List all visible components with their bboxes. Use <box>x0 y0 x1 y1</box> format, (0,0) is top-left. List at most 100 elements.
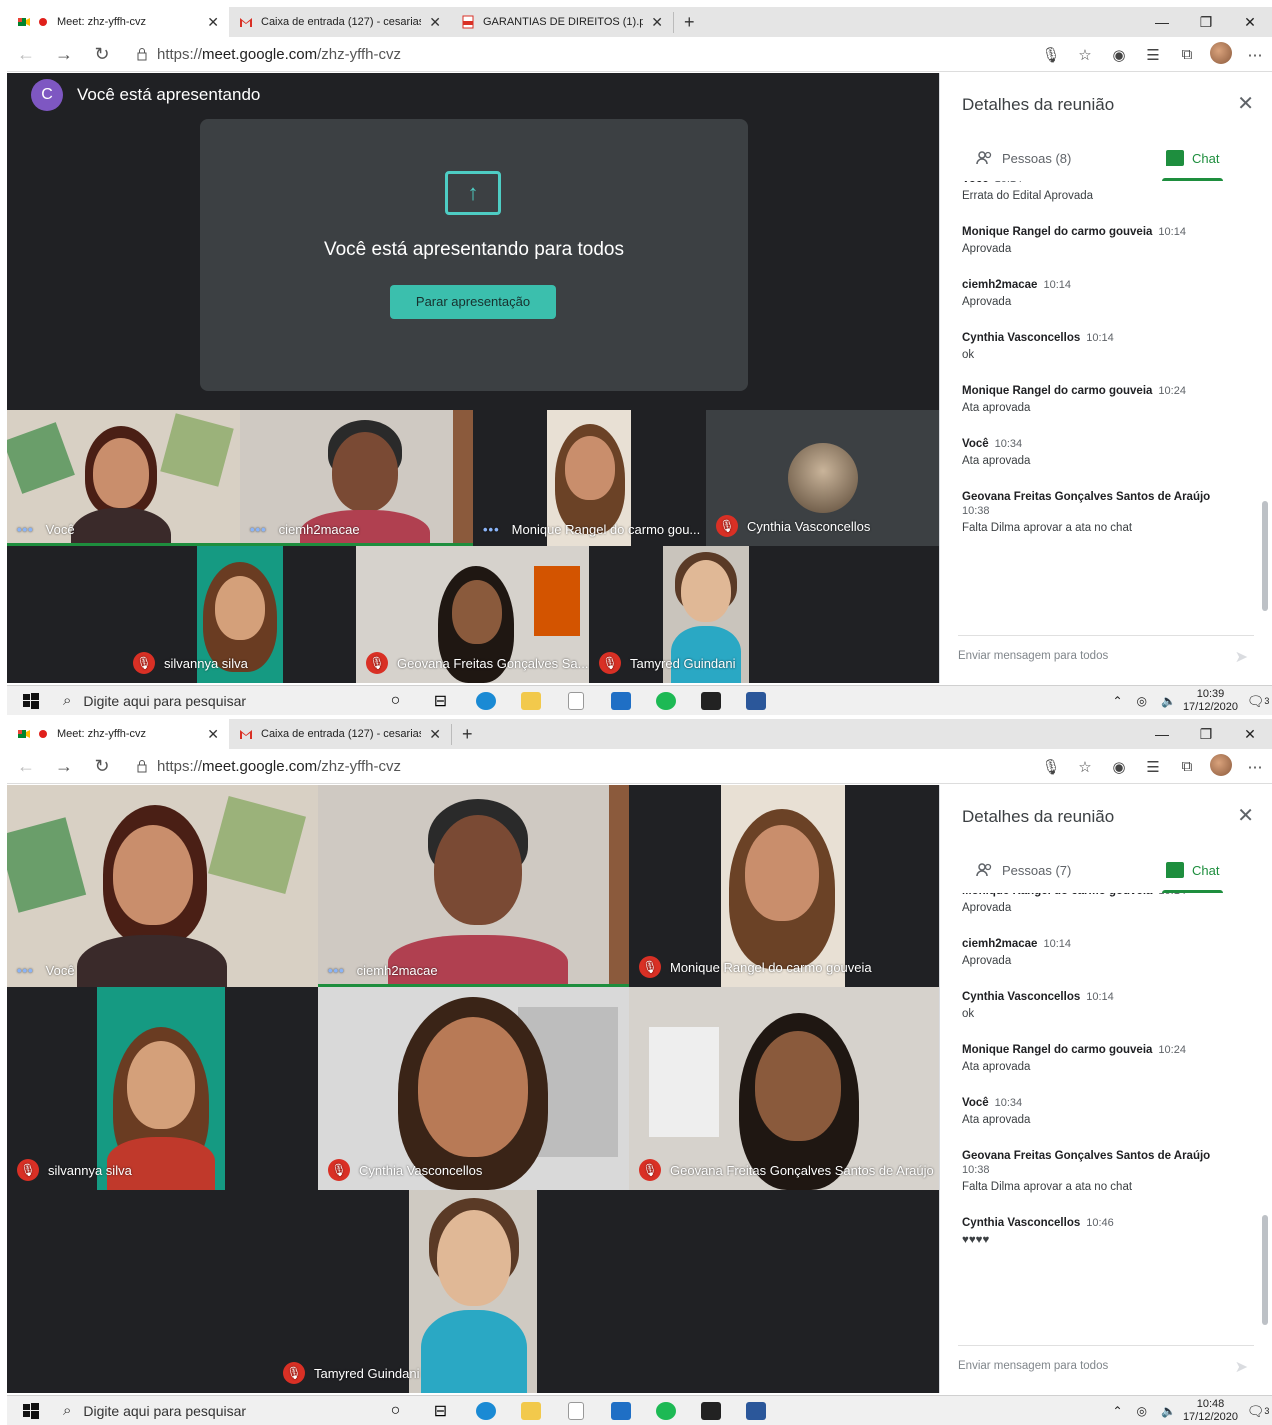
url-field[interactable]: https://meet.google.com/zhz-yffh-cvz <box>157 758 401 775</box>
windows-start-icon[interactable] <box>7 1402 55 1419</box>
send-icon[interactable]: ➤ <box>1235 647 1248 667</box>
participant-tile[interactable]: 🎙 Monique Rangel do carmo gouveia <box>629 785 939 987</box>
forward-icon[interactable]: → <box>45 756 83 777</box>
store-icon[interactable] <box>688 1396 733 1425</box>
tracking-icon[interactable]: ◉ <box>1102 46 1136 64</box>
participant-tile[interactable]: 🎙 Cynthia Vasconcellos <box>706 410 939 546</box>
tab-close-icon[interactable]: ✕ <box>651 14 663 31</box>
participant-tile[interactable]: 🎙 Cynthia Vasconcellos <box>318 987 629 1190</box>
participant-tile[interactable]: ••• Você <box>7 785 318 987</box>
collections-icon[interactable]: ⧉ <box>1170 758 1204 775</box>
new-tab-button[interactable]: + <box>451 723 483 745</box>
participant-tile[interactable]: 🎙 Tamyred Guindani <box>589 546 822 683</box>
edge-icon[interactable] <box>463 686 508 716</box>
tab-pdf[interactable]: GARANTIAS DE DIREITOS (1).pdf ✕ <box>451 7 673 37</box>
more-menu-icon[interactable]: ⋯ <box>1238 46 1272 64</box>
close-window-icon[interactable]: ✕ <box>1228 719 1272 749</box>
tab-people[interactable]: Pessoas (7) <box>976 847 1071 893</box>
taskbar-search[interactable]: ⌕ Digite aqui para pesquisar <box>55 686 373 716</box>
back-icon[interactable]: ← <box>7 44 45 65</box>
profile-avatar[interactable] <box>1204 41 1238 68</box>
refresh-icon[interactable]: ↻ <box>83 44 121 65</box>
tab-close-icon[interactable]: ✕ <box>207 14 219 31</box>
edge-icon[interactable] <box>463 1396 508 1425</box>
participant-tile[interactable]: 🎙 silvannya silva <box>7 987 318 1190</box>
tab-gmail[interactable]: Caixa de entrada (127) - cesarias ✕ <box>229 7 451 37</box>
mail-icon[interactable] <box>598 1396 643 1425</box>
back-icon[interactable]: ← <box>7 756 45 777</box>
cortana-icon[interactable]: ○ <box>373 1396 418 1425</box>
chevron-up-icon[interactable]: ⌃ <box>1112 694 1122 708</box>
more-options-icon[interactable]: ••• <box>17 522 34 537</box>
mail-icon[interactable] <box>598 686 643 716</box>
chat-input[interactable]: Enviar mensagem para todos <box>958 1360 1108 1372</box>
notification-icon[interactable]: 🗨 3 <box>1244 690 1272 712</box>
cortana-icon[interactable]: ○ <box>373 686 418 716</box>
favorite-star-icon[interactable]: ☆ <box>1068 758 1102 776</box>
tab-close-icon[interactable]: ✕ <box>429 14 441 31</box>
windows-start-icon[interactable] <box>7 692 55 709</box>
chat-input[interactable]: Enviar mensagem para todos <box>958 650 1108 662</box>
tab-meet[interactable]: Meet: zhz-yffh-cvz ✕ <box>7 7 229 37</box>
volume-icon[interactable]: 🔈 <box>1161 694 1176 708</box>
tab-people[interactable]: Pessoas (8) <box>976 135 1071 181</box>
participant-tile[interactable]: ••• ciemh2macae <box>318 785 629 987</box>
new-tab-button[interactable]: + <box>673 11 705 33</box>
collections-icon[interactable]: ⧉ <box>1170 46 1204 63</box>
participant-tile[interactable]: ••• ciemh2macae <box>240 410 473 546</box>
stop-presenting-button[interactable]: Parar apresentação <box>390 285 556 319</box>
volume-icon[interactable]: 🔈 <box>1161 1404 1176 1418</box>
participant-tile[interactable]: 🎙 Geovana Freitas Gonçalves Sa... <box>356 546 589 683</box>
favorites-list-icon[interactable]: ☰ <box>1136 758 1170 776</box>
clock[interactable]: 10:39 17/12/2020 <box>1183 688 1238 714</box>
task-view-icon[interactable]: ⊟ <box>418 1396 463 1425</box>
minimize-icon[interactable]: — <box>1140 719 1184 749</box>
restore-icon[interactable]: ❐ <box>1184 7 1228 37</box>
forward-icon[interactable]: → <box>45 44 83 65</box>
url-field[interactable]: https://meet.google.com/zhz-yffh-cvz <box>157 46 401 63</box>
participant-tile[interactable]: 🎙 silvannya silva <box>123 546 356 683</box>
more-options-icon[interactable]: ••• <box>17 963 34 978</box>
restore-icon[interactable]: ❐ <box>1184 719 1228 749</box>
profile-avatar[interactable] <box>1204 753 1238 780</box>
send-icon[interactable]: ➤ <box>1235 1357 1248 1377</box>
tab-close-icon[interactable]: ✕ <box>207 726 219 743</box>
word-icon[interactable] <box>733 1396 778 1425</box>
network-icon[interactable]: ◎ <box>1137 1404 1147 1418</box>
tab-chat[interactable]: Chat <box>1162 847 1224 893</box>
close-panel-icon[interactable]: ✕ <box>1237 91 1254 116</box>
more-options-icon[interactable]: ••• <box>328 963 345 978</box>
notification-icon[interactable]: 🗨 3 <box>1244 1400 1272 1422</box>
task-view-icon[interactable]: ⊟ <box>418 686 463 716</box>
microphone-icon[interactable]: 🎙 <box>1034 758 1068 776</box>
more-options-icon[interactable]: ••• <box>483 522 500 537</box>
store-icon[interactable] <box>688 686 733 716</box>
tab-meet[interactable]: Meet: zhz-yffh-cvz ✕ <box>7 719 229 749</box>
tab-chat[interactable]: Chat <box>1162 135 1224 181</box>
amazon-icon[interactable] <box>553 686 598 716</box>
close-panel-icon[interactable]: ✕ <box>1237 803 1254 828</box>
spotify-icon[interactable] <box>643 1396 688 1425</box>
tab-close-icon[interactable]: ✕ <box>429 726 441 743</box>
tab-gmail[interactable]: Caixa de entrada (127) - cesarias ✕ <box>229 719 451 749</box>
participant-tile[interactable]: 🎙 Geovana Freitas Gonçalves Santos de Ara… <box>629 987 939 1190</box>
tracking-icon[interactable]: ◉ <box>1102 758 1136 776</box>
participant-tile[interactable]: 🎙 Tamyred Guindani <box>273 1190 673 1393</box>
file-explorer-icon[interactable] <box>508 686 553 716</box>
chat-scrollbar[interactable] <box>1262 1215 1268 1325</box>
favorites-list-icon[interactable]: ☰ <box>1136 46 1170 64</box>
favorite-star-icon[interactable]: ☆ <box>1068 46 1102 64</box>
clock[interactable]: 10:48 17/12/2020 <box>1183 1398 1238 1424</box>
network-icon[interactable]: ◎ <box>1137 694 1147 708</box>
participant-tile[interactable]: ••• Monique Rangel do carmo gou... <box>473 410 706 546</box>
close-window-icon[interactable]: ✕ <box>1228 7 1272 37</box>
participant-tile[interactable]: ••• Você <box>7 410 240 546</box>
taskbar-search[interactable]: ⌕ Digite aqui para pesquisar <box>55 1396 373 1425</box>
file-explorer-icon[interactable] <box>508 1396 553 1425</box>
more-menu-icon[interactable]: ⋯ <box>1238 758 1272 776</box>
spotify-icon[interactable] <box>643 686 688 716</box>
chat-scrollbar[interactable] <box>1262 501 1268 611</box>
word-icon[interactable] <box>733 686 778 716</box>
amazon-icon[interactable] <box>553 1396 598 1425</box>
more-options-icon[interactable]: ••• <box>250 522 267 537</box>
